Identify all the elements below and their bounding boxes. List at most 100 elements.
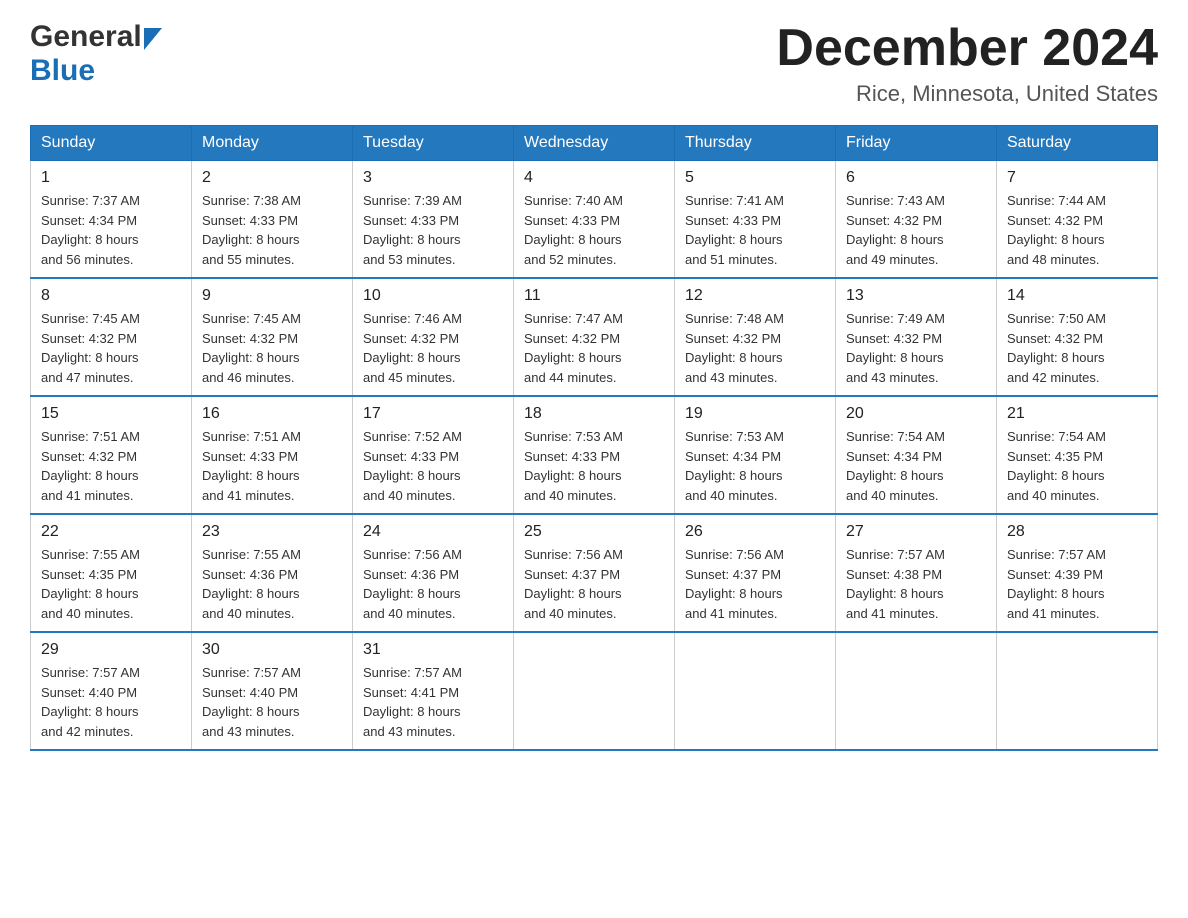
week-row-4: 22 Sunrise: 7:55 AM Sunset: 4:35 PM Dayl…	[31, 514, 1158, 632]
day-info: Sunrise: 7:47 AM Sunset: 4:32 PM Dayligh…	[524, 309, 664, 387]
weekday-header-row: SundayMondayTuesdayWednesdayThursdayFrid…	[31, 126, 1158, 161]
day-info: Sunrise: 7:40 AM Sunset: 4:33 PM Dayligh…	[524, 191, 664, 269]
day-info: Sunrise: 7:57 AM Sunset: 4:38 PM Dayligh…	[846, 545, 986, 623]
week-row-2: 8 Sunrise: 7:45 AM Sunset: 4:32 PM Dayli…	[31, 278, 1158, 396]
weekday-header-tuesday: Tuesday	[353, 126, 514, 161]
day-info: Sunrise: 7:49 AM Sunset: 4:32 PM Dayligh…	[846, 309, 986, 387]
day-number: 25	[524, 523, 664, 541]
calendar-cell: 31 Sunrise: 7:57 AM Sunset: 4:41 PM Dayl…	[353, 632, 514, 750]
calendar-cell: 5 Sunrise: 7:41 AM Sunset: 4:33 PM Dayli…	[675, 161, 836, 279]
day-info: Sunrise: 7:51 AM Sunset: 4:32 PM Dayligh…	[41, 427, 181, 505]
calendar-cell: 22 Sunrise: 7:55 AM Sunset: 4:35 PM Dayl…	[31, 514, 192, 632]
day-info: Sunrise: 7:52 AM Sunset: 4:33 PM Dayligh…	[363, 427, 503, 505]
day-info: Sunrise: 7:41 AM Sunset: 4:33 PM Dayligh…	[685, 191, 825, 269]
day-number: 8	[41, 287, 181, 305]
calendar-cell: 30 Sunrise: 7:57 AM Sunset: 4:40 PM Dayl…	[192, 632, 353, 750]
calendar-cell: 26 Sunrise: 7:56 AM Sunset: 4:37 PM Dayl…	[675, 514, 836, 632]
weekday-header-monday: Monday	[192, 126, 353, 161]
day-info: Sunrise: 7:43 AM Sunset: 4:32 PM Dayligh…	[846, 191, 986, 269]
calendar-cell: 28 Sunrise: 7:57 AM Sunset: 4:39 PM Dayl…	[997, 514, 1158, 632]
day-info: Sunrise: 7:44 AM Sunset: 4:32 PM Dayligh…	[1007, 191, 1147, 269]
day-info: Sunrise: 7:55 AM Sunset: 4:36 PM Dayligh…	[202, 545, 342, 623]
day-number: 20	[846, 405, 986, 423]
logo-area: General Blue	[30, 20, 162, 88]
calendar-cell: 3 Sunrise: 7:39 AM Sunset: 4:33 PM Dayli…	[353, 161, 514, 279]
day-number: 15	[41, 405, 181, 423]
calendar-cell: 15 Sunrise: 7:51 AM Sunset: 4:32 PM Dayl…	[31, 396, 192, 514]
logo-general-text: General	[30, 20, 142, 54]
title-area: December 2024 Rice, Minnesota, United St…	[776, 20, 1158, 107]
calendar-cell: 11 Sunrise: 7:47 AM Sunset: 4:32 PM Dayl…	[514, 278, 675, 396]
day-number: 10	[363, 287, 503, 305]
day-number: 7	[1007, 169, 1147, 187]
day-info: Sunrise: 7:39 AM Sunset: 4:33 PM Dayligh…	[363, 191, 503, 269]
weekday-header-wednesday: Wednesday	[514, 126, 675, 161]
day-number: 12	[685, 287, 825, 305]
calendar-cell: 9 Sunrise: 7:45 AM Sunset: 4:32 PM Dayli…	[192, 278, 353, 396]
calendar-cell: 13 Sunrise: 7:49 AM Sunset: 4:32 PM Dayl…	[836, 278, 997, 396]
day-info: Sunrise: 7:54 AM Sunset: 4:34 PM Dayligh…	[846, 427, 986, 505]
logo-blue-text: Blue	[30, 54, 95, 88]
day-number: 19	[685, 405, 825, 423]
day-number: 28	[1007, 523, 1147, 541]
day-number: 2	[202, 169, 342, 187]
day-number: 24	[363, 523, 503, 541]
calendar-cell: 24 Sunrise: 7:56 AM Sunset: 4:36 PM Dayl…	[353, 514, 514, 632]
day-number: 14	[1007, 287, 1147, 305]
day-number: 17	[363, 405, 503, 423]
day-info: Sunrise: 7:55 AM Sunset: 4:35 PM Dayligh…	[41, 545, 181, 623]
calendar-cell: 17 Sunrise: 7:52 AM Sunset: 4:33 PM Dayl…	[353, 396, 514, 514]
day-number: 1	[41, 169, 181, 187]
weekday-header-saturday: Saturday	[997, 126, 1158, 161]
weekday-header-friday: Friday	[836, 126, 997, 161]
day-number: 11	[524, 287, 664, 305]
calendar-cell: 2 Sunrise: 7:38 AM Sunset: 4:33 PM Dayli…	[192, 161, 353, 279]
page-header: General Blue December 2024 Rice, Minneso…	[30, 20, 1158, 107]
day-number: 22	[41, 523, 181, 541]
day-number: 26	[685, 523, 825, 541]
calendar-cell: 25 Sunrise: 7:56 AM Sunset: 4:37 PM Dayl…	[514, 514, 675, 632]
day-number: 5	[685, 169, 825, 187]
weekday-header-sunday: Sunday	[31, 126, 192, 161]
day-number: 16	[202, 405, 342, 423]
day-info: Sunrise: 7:56 AM Sunset: 4:36 PM Dayligh…	[363, 545, 503, 623]
calendar-cell: 16 Sunrise: 7:51 AM Sunset: 4:33 PM Dayl…	[192, 396, 353, 514]
calendar-cell: 6 Sunrise: 7:43 AM Sunset: 4:32 PM Dayli…	[836, 161, 997, 279]
calendar-cell: 18 Sunrise: 7:53 AM Sunset: 4:33 PM Dayl…	[514, 396, 675, 514]
week-row-5: 29 Sunrise: 7:57 AM Sunset: 4:40 PM Dayl…	[31, 632, 1158, 750]
day-info: Sunrise: 7:57 AM Sunset: 4:40 PM Dayligh…	[202, 663, 342, 741]
calendar-table: SundayMondayTuesdayWednesdayThursdayFrid…	[30, 125, 1158, 751]
day-number: 31	[363, 641, 503, 659]
day-info: Sunrise: 7:54 AM Sunset: 4:35 PM Dayligh…	[1007, 427, 1147, 505]
calendar-cell: 21 Sunrise: 7:54 AM Sunset: 4:35 PM Dayl…	[997, 396, 1158, 514]
calendar-cell: 19 Sunrise: 7:53 AM Sunset: 4:34 PM Dayl…	[675, 396, 836, 514]
logo: General	[30, 20, 162, 54]
day-number: 30	[202, 641, 342, 659]
day-number: 29	[41, 641, 181, 659]
week-row-1: 1 Sunrise: 7:37 AM Sunset: 4:34 PM Dayli…	[31, 161, 1158, 279]
day-number: 23	[202, 523, 342, 541]
location-subtitle: Rice, Minnesota, United States	[776, 81, 1158, 107]
day-info: Sunrise: 7:57 AM Sunset: 4:40 PM Dayligh…	[41, 663, 181, 741]
calendar-cell: 29 Sunrise: 7:57 AM Sunset: 4:40 PM Dayl…	[31, 632, 192, 750]
calendar-cell: 1 Sunrise: 7:37 AM Sunset: 4:34 PM Dayli…	[31, 161, 192, 279]
day-info: Sunrise: 7:48 AM Sunset: 4:32 PM Dayligh…	[685, 309, 825, 387]
calendar-cell: 7 Sunrise: 7:44 AM Sunset: 4:32 PM Dayli…	[997, 161, 1158, 279]
calendar-cell: 23 Sunrise: 7:55 AM Sunset: 4:36 PM Dayl…	[192, 514, 353, 632]
calendar-cell: 10 Sunrise: 7:46 AM Sunset: 4:32 PM Dayl…	[353, 278, 514, 396]
day-info: Sunrise: 7:56 AM Sunset: 4:37 PM Dayligh…	[685, 545, 825, 623]
day-info: Sunrise: 7:51 AM Sunset: 4:33 PM Dayligh…	[202, 427, 342, 505]
day-number: 3	[363, 169, 503, 187]
day-number: 18	[524, 405, 664, 423]
month-title: December 2024	[776, 20, 1158, 77]
day-number: 4	[524, 169, 664, 187]
day-info: Sunrise: 7:53 AM Sunset: 4:34 PM Dayligh…	[685, 427, 825, 505]
day-info: Sunrise: 7:57 AM Sunset: 4:39 PM Dayligh…	[1007, 545, 1147, 623]
calendar-cell	[997, 632, 1158, 750]
day-info: Sunrise: 7:50 AM Sunset: 4:32 PM Dayligh…	[1007, 309, 1147, 387]
week-row-3: 15 Sunrise: 7:51 AM Sunset: 4:32 PM Dayl…	[31, 396, 1158, 514]
calendar-cell: 12 Sunrise: 7:48 AM Sunset: 4:32 PM Dayl…	[675, 278, 836, 396]
day-number: 27	[846, 523, 986, 541]
day-info: Sunrise: 7:53 AM Sunset: 4:33 PM Dayligh…	[524, 427, 664, 505]
logo-arrow-icon	[144, 28, 162, 50]
